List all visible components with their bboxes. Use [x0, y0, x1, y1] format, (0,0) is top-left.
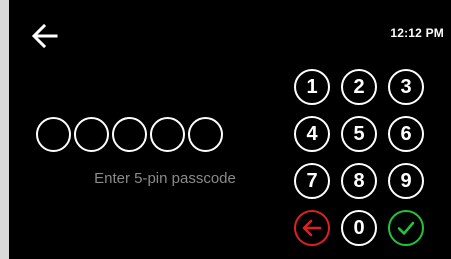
pin-dot	[150, 117, 185, 152]
key-0[interactable]: 0	[341, 210, 377, 246]
key-1[interactable]: 1	[294, 69, 330, 105]
pin-dot	[112, 117, 147, 152]
pin-dot	[188, 117, 223, 152]
backspace-arrow-icon	[302, 219, 322, 237]
arrow-left-icon	[31, 23, 58, 49]
numeric-keypad: 1 2 3 4 5 6 7 8 9 0	[294, 69, 424, 246]
pin-dot	[74, 117, 109, 152]
checkmark-icon	[397, 221, 415, 235]
key-2[interactable]: 2	[341, 69, 377, 105]
key-7[interactable]: 7	[294, 163, 330, 199]
pin-dot	[36, 117, 71, 152]
status-time: 12:12 PM	[390, 26, 444, 40]
passcode-prompt: Enter 5-pin passcode	[94, 170, 236, 187]
pin-indicator	[36, 117, 223, 152]
confirm-button[interactable]	[388, 210, 424, 246]
key-4[interactable]: 4	[294, 116, 330, 152]
key-5[interactable]: 5	[341, 116, 377, 152]
back-button[interactable]	[29, 20, 61, 52]
delete-button[interactable]	[294, 210, 330, 246]
key-3[interactable]: 3	[388, 69, 424, 105]
passcode-screen: 12:12 PM Enter 5-pin passcode 1 2 3 4 5 …	[9, 0, 451, 259]
key-8[interactable]: 8	[341, 163, 377, 199]
key-6[interactable]: 6	[388, 116, 424, 152]
key-9[interactable]: 9	[388, 163, 424, 199]
